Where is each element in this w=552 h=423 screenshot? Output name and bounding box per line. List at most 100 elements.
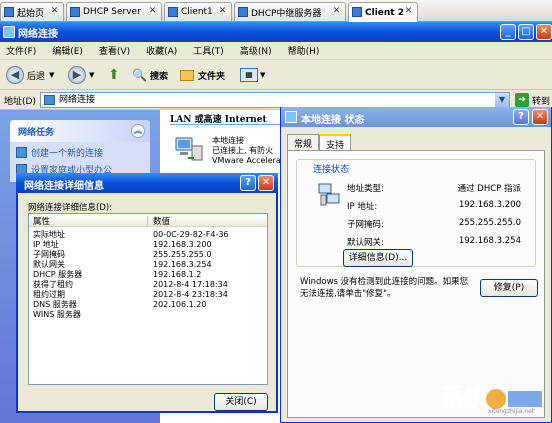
menu-view[interactable]: 查看(V) xyxy=(99,44,130,57)
tab-general[interactable]: 常规 xyxy=(287,134,320,150)
menu-bar: 文件(F) 编辑(E) 查看(V) 收藏(A) 工具(T) 高级(N) 帮助(H… xyxy=(0,42,552,60)
column-divider[interactable] xyxy=(147,216,148,226)
close-icon[interactable]: ✕ xyxy=(331,6,342,17)
lan-connection-icon[interactable] xyxy=(174,134,204,162)
table-row[interactable]: 实际地址 00-0C-29-82-F4-36 xyxy=(29,230,267,240)
folder-up-icon: ⬆ xyxy=(108,67,120,83)
address-type-label: 地址类型: xyxy=(347,184,384,194)
vm-tab-strip: 起始页 ✕ DHCP Server ✕ Client1 ✕ DHCP中继服务器 … xyxy=(0,0,552,22)
close-details-button[interactable]: 关闭(C) xyxy=(214,393,268,411)
network-folder-icon xyxy=(3,26,15,38)
menu-edit[interactable]: 编辑(E) xyxy=(52,44,83,57)
table-row[interactable]: IP 地址 192.168.3.200 xyxy=(29,240,267,250)
tab-dhcp-relay[interactable]: DHCP中继服务器 ✕ xyxy=(234,2,346,21)
collapse-chevron-icon[interactable]: ︽ xyxy=(131,124,145,138)
status-tabs: 常规 支持 xyxy=(287,134,352,151)
tab-support[interactable]: 支持 xyxy=(319,134,352,151)
table-row[interactable]: DHCP 服务器 192.168.1.2 xyxy=(29,270,267,280)
connection-adapter: VMware Accelera xyxy=(212,156,281,165)
forward-arrow-icon: ▶ xyxy=(68,66,86,84)
menu-tools[interactable]: 工具(T) xyxy=(193,44,224,57)
group-label: 连接状态 xyxy=(311,162,352,175)
new-connection-icon xyxy=(16,147,27,158)
home-icon xyxy=(4,7,14,17)
details-button[interactable]: 详细信息(D)... xyxy=(343,249,413,267)
vm-icon xyxy=(238,7,248,17)
up-button[interactable]: ⬆ xyxy=(108,64,120,86)
network-icon xyxy=(285,111,297,123)
ip-address-label: IP 地址: xyxy=(347,202,378,212)
close-icon[interactable]: ✕ xyxy=(403,6,414,17)
list-header: 属性 数值 xyxy=(29,214,267,227)
vm-icon xyxy=(168,7,178,17)
chevron-down-icon[interactable]: ▼ xyxy=(260,71,265,79)
column-property[interactable]: 属性 xyxy=(33,215,50,227)
ip-address-value: 192.168.3.200 xyxy=(458,200,521,210)
tab-home[interactable]: 起始页 ✕ xyxy=(0,2,64,21)
close-icon[interactable]: ✕ xyxy=(49,6,60,17)
default-gateway-value: 192.168.3.254 xyxy=(458,236,521,246)
task-create-connection[interactable]: 创建一个新的连接 xyxy=(16,146,144,159)
search-button[interactable]: 🔍 搜索 xyxy=(132,64,168,86)
close-button[interactable]: ✕ xyxy=(532,109,548,125)
close-button[interactable]: ✕ xyxy=(536,24,552,40)
folders-button[interactable]: 文件夹 xyxy=(180,64,225,86)
vm-icon xyxy=(352,7,362,17)
tab-client2[interactable]: Client 2 ✕ xyxy=(348,2,418,22)
folder-icon xyxy=(180,69,194,81)
column-value[interactable]: 数值 xyxy=(153,215,170,227)
tab-client1[interactable]: Client1 ✕ xyxy=(164,2,232,21)
details-list[interactable]: 属性 数值 实际地址 00-0C-29-82-F4-36 IP 地址 192.1… xyxy=(28,213,268,385)
views-button[interactable]: ▦ ▼ xyxy=(240,64,265,86)
menu-favorites[interactable]: 收藏(A) xyxy=(146,44,177,57)
support-panel: 连接状态 地址类型: 通过 DHCP 指派 IP 地址: 192.168.3.2… xyxy=(287,150,545,418)
chevron-down-icon[interactable]: ▼ xyxy=(89,71,94,79)
address-input[interactable]: 网络连接 ▼ xyxy=(40,92,510,108)
table-row[interactable]: 获得了租约 2012-8-4 17:18:34 xyxy=(29,280,267,290)
toolbar: ◀ 后退 ▼ ▶ ▼ ⬆ 🔍 搜索 文件夹 ▦ ▼ xyxy=(0,60,552,90)
close-icon[interactable]: ✕ xyxy=(147,6,158,17)
status-dialog-titlebar: 本地连接 状态 ? ✕ xyxy=(281,107,551,127)
tab-dhcp-server[interactable]: DHCP Server ✕ xyxy=(66,2,162,21)
table-row[interactable]: DNS 服务器 202.106.1.20 xyxy=(29,300,267,310)
watermark-text: 系统 xyxy=(440,384,488,412)
menu-help[interactable]: 帮助(H) xyxy=(288,44,320,57)
help-button[interactable]: ? xyxy=(513,109,529,125)
maximize-button[interactable]: □ xyxy=(518,24,534,40)
go-button[interactable]: ➜ 转到 xyxy=(515,93,550,107)
table-row[interactable]: 默认网关 192.168.3.254 xyxy=(29,260,267,270)
close-button[interactable]: ✕ xyxy=(258,175,274,191)
menu-file[interactable]: 文件(F) xyxy=(6,44,36,57)
table-row[interactable]: 子网掩码 255.255.255.0 xyxy=(29,250,267,260)
default-gateway-label: 默认网关: xyxy=(347,238,384,248)
details-dialog: 网络连接详细信息 ? ✕ 网络连接详细信息(D): 属性 数值 实际地址 00-… xyxy=(16,173,278,413)
network-tasks-header[interactable]: 网络任务 ︽ xyxy=(10,120,150,142)
subnet-mask-value: 255.255.255.0 xyxy=(458,218,521,228)
address-label: 地址(D) xyxy=(4,97,36,107)
connection-status: 已连接上, 有防火 xyxy=(212,146,274,155)
menu-advanced[interactable]: 高级(N) xyxy=(240,44,272,57)
back-arrow-icon: ◀ xyxy=(6,66,24,84)
connection-info: 本地连接 已连接上, 有防火 VMware Accelera xyxy=(212,136,281,166)
minimize-button[interactable]: _ xyxy=(500,24,516,40)
help-button[interactable]: ? xyxy=(240,175,256,191)
details-list-label: 网络连接详细信息(D): xyxy=(28,203,113,213)
window-titlebar: 网络连接 _ □ ✕ xyxy=(0,22,552,42)
search-icon: 🔍 xyxy=(132,68,147,82)
go-arrow-icon: ➜ xyxy=(515,93,529,107)
chevron-down-icon[interactable]: ▼ xyxy=(49,71,54,79)
close-icon[interactable]: ✕ xyxy=(217,6,228,17)
subnet-mask-label: 子网掩码: xyxy=(347,220,384,230)
table-row[interactable]: WINS 服务器 xyxy=(29,310,267,320)
details-dialog-titlebar: 网络连接详细信息 ? ✕ xyxy=(16,173,278,193)
section-divider xyxy=(170,124,280,125)
vm-icon xyxy=(70,7,80,17)
views-icon: ▦ xyxy=(240,68,258,82)
forward-button[interactable]: ▶ ▼ xyxy=(68,64,94,86)
chevron-down-icon[interactable]: ▼ xyxy=(495,93,509,107)
repair-message: Windows 没有检测到此连接的问题。如果您无法连接,请单击"修复"。 xyxy=(300,277,469,299)
repair-button[interactable]: 修复(P) xyxy=(480,279,538,297)
table-row[interactable]: 租约过期 2012-8-4 23:18:34 xyxy=(29,290,267,300)
status-dialog: 本地连接 状态 ? ✕ 常规 支持 连接状态 地址类型: 通过 DHCP 指派 … xyxy=(280,107,552,423)
back-button[interactable]: ◀ 后退 ▼ xyxy=(6,64,54,86)
